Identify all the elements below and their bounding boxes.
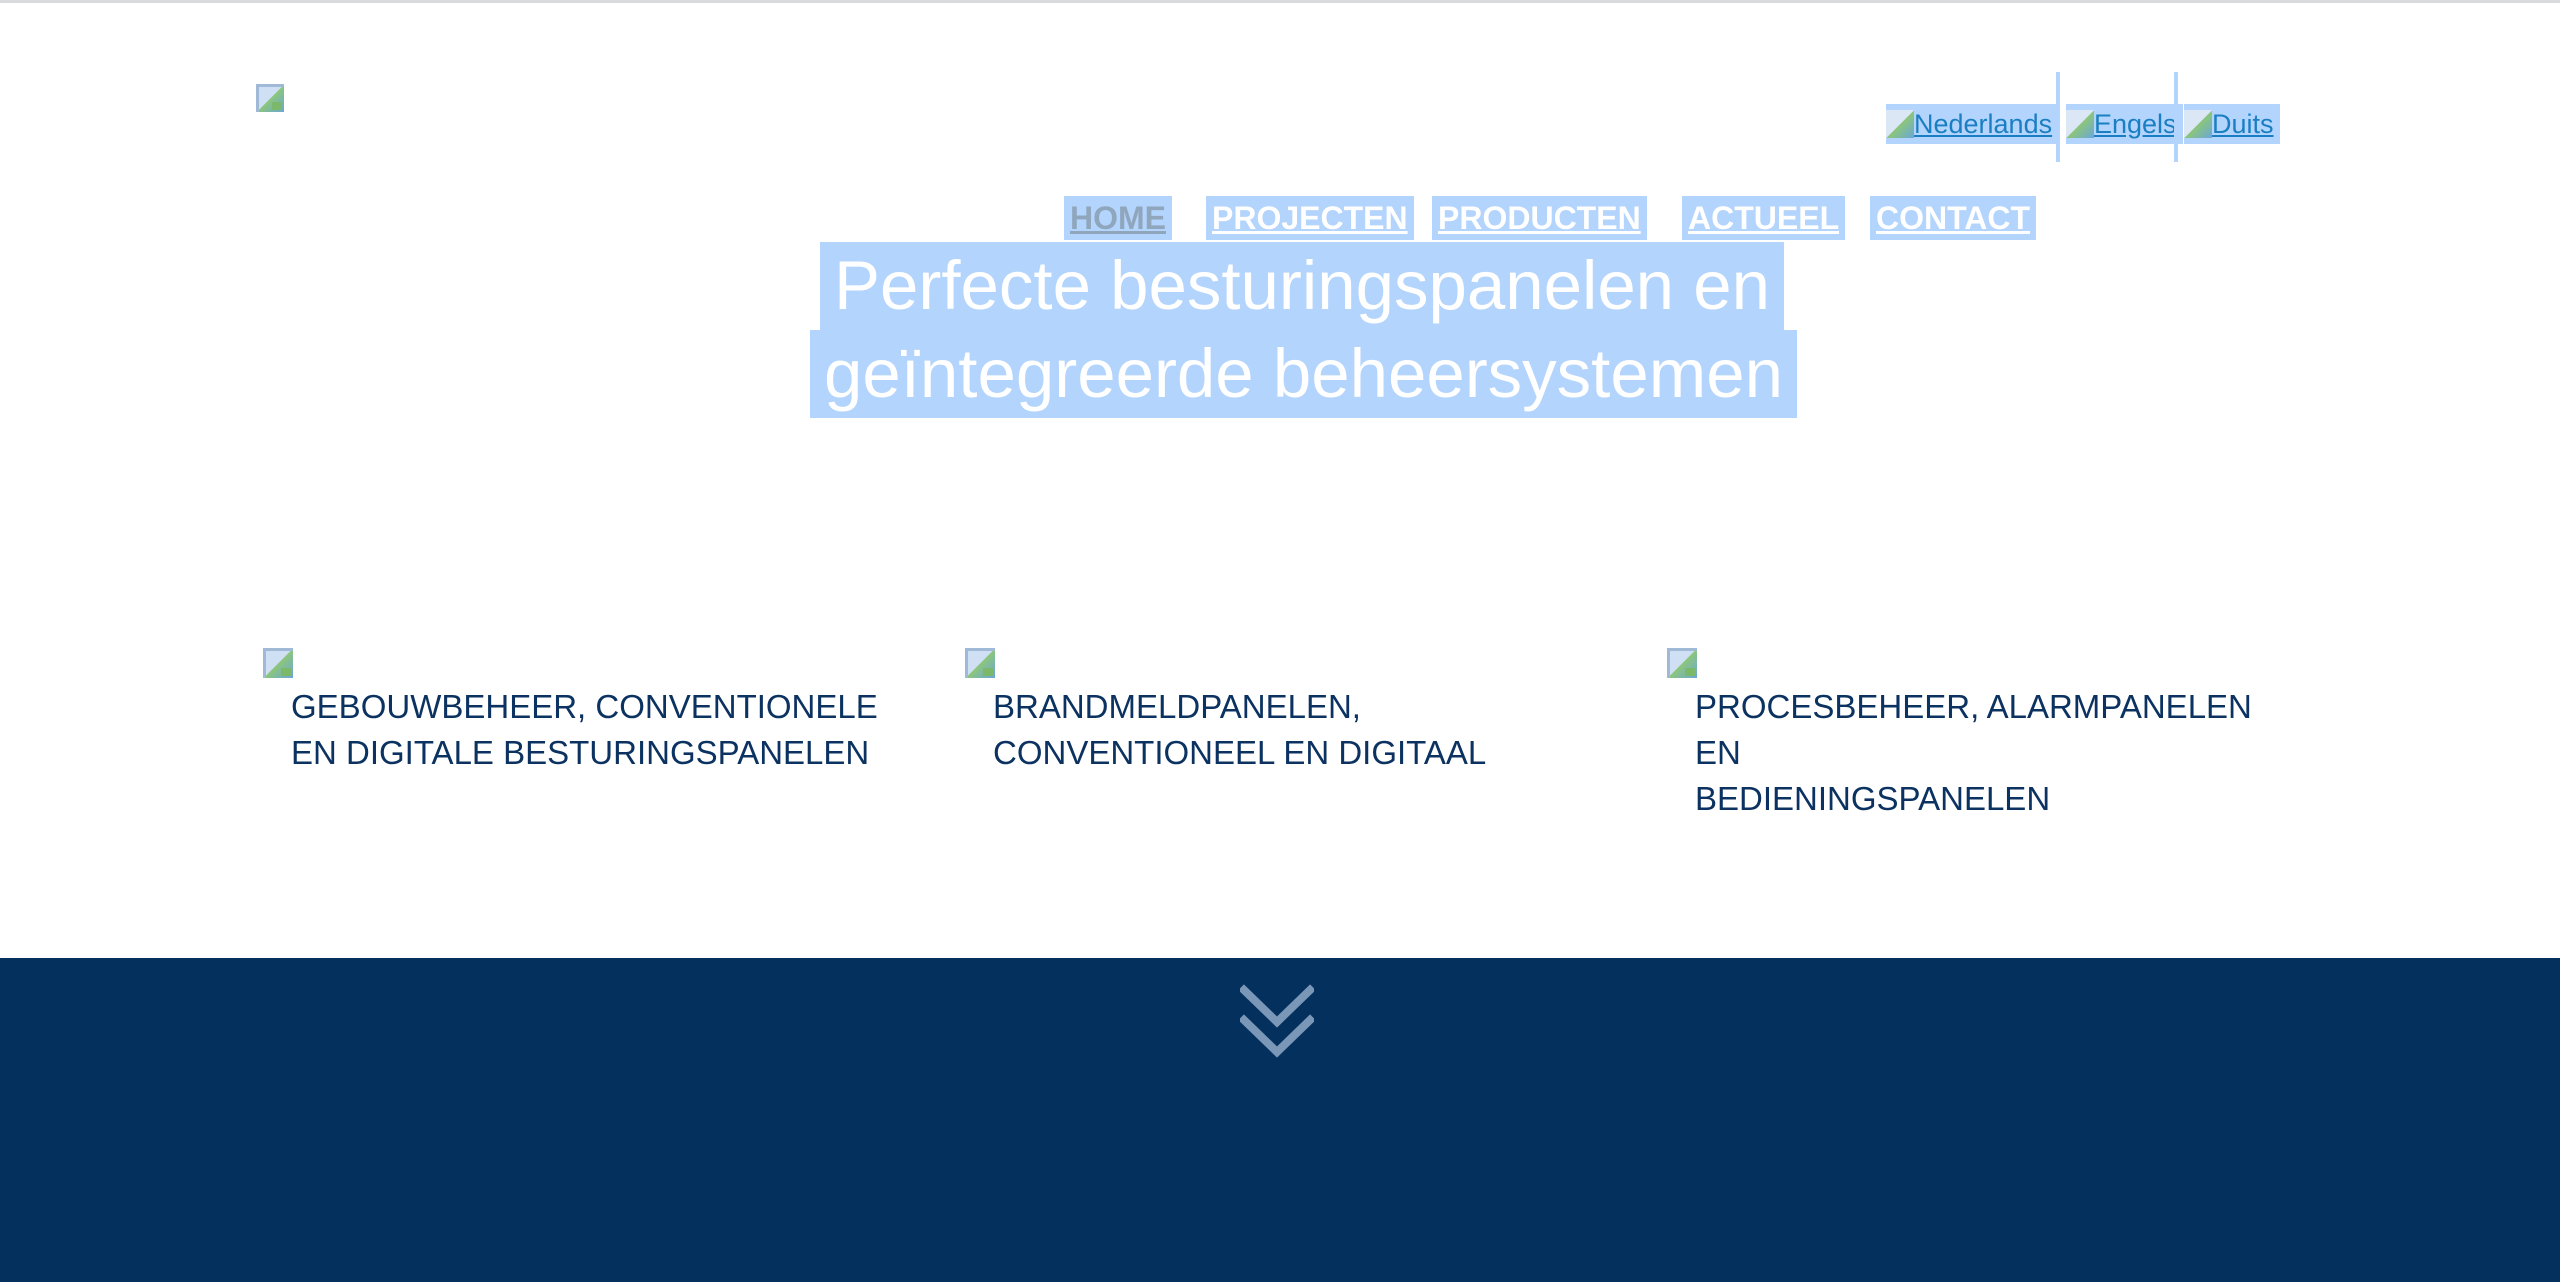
feature-title-line: EN DIGITALE BESTURINGSPANELEN [291, 734, 870, 771]
feature-gebouwbeheer[interactable]: GEBOUWBEHEER, CONVENTIONELE EN DIGITALE … [263, 648, 903, 788]
broken-image-icon [2184, 110, 2212, 138]
nav-item-producten[interactable]: PRODUCTEN [1432, 196, 1647, 240]
feature-brandmeldpanelen[interactable]: BRANDMELDPANELEN, CONVENTIONEEL EN DIGIT… [965, 648, 1605, 788]
broken-image-icon [1886, 110, 1914, 138]
feature-title-line: CONVENTIONEEL EN DIGITAAL [993, 734, 1487, 771]
nav-item-contact[interactable]: CONTACT [1870, 196, 2037, 240]
double-chevron-down-icon [1238, 984, 1316, 1058]
feature-title-line: BEDIENINGSPANELEN [1695, 780, 2051, 817]
feature-title-line: BRANDMELDPANELEN, [993, 688, 1361, 725]
footer-band [0, 958, 2560, 1282]
scroll-down-button[interactable] [1238, 984, 1316, 1060]
main-nav: HOME PROJECTEN PRODUCTEN ACTUEEL CONTACT [0, 196, 2560, 240]
feature-title: GEBOUWBEHEER, CONVENTIONELE EN DIGITALE … [291, 684, 891, 776]
hero-heading-line-2: geïntegreerde beheersystemen [810, 330, 1797, 418]
broken-image-icon [256, 84, 284, 112]
broken-image-icon [263, 648, 293, 678]
nav-item-projecten[interactable]: PROJECTEN [1206, 196, 1414, 240]
broken-image-icon [965, 648, 995, 678]
language-link-duits[interactable]: Duits [2184, 104, 2280, 144]
logo-link[interactable] [256, 84, 286, 114]
language-link-nederlands[interactable]: Nederlands [1886, 104, 2059, 144]
top-border [0, 0, 2560, 3]
feature-title: BRANDMELDPANELEN, CONVENTIONEEL EN DIGIT… [993, 684, 1593, 776]
feature-title-line: PROCESBEHEER, ALARMPANELEN EN [1695, 688, 2252, 771]
broken-image-icon [1667, 648, 1697, 678]
feature-title-line: GEBOUWBEHEER, CONVENTIONELE [291, 688, 878, 725]
language-link-engels[interactable]: Engels [2066, 104, 2183, 144]
divider [2056, 72, 2060, 162]
divider [2174, 72, 2178, 162]
feature-title: PROCESBEHEER, ALARMPANELEN EN BEDIENINGS… [1695, 684, 2295, 822]
feature-procesbeheer[interactable]: PROCESBEHEER, ALARMPANELEN EN BEDIENINGS… [1667, 648, 2307, 817]
language-label: Engels [2094, 109, 2177, 139]
language-label: Nederlands [1914, 109, 2053, 139]
hero-heading-line-1: Perfecte besturingspanelen en [820, 242, 1784, 330]
nav-item-home[interactable]: HOME [1064, 196, 1172, 240]
broken-image-icon [2066, 110, 2094, 138]
nav-item-actueel[interactable]: ACTUEEL [1682, 196, 1846, 240]
language-label: Duits [2212, 109, 2274, 139]
